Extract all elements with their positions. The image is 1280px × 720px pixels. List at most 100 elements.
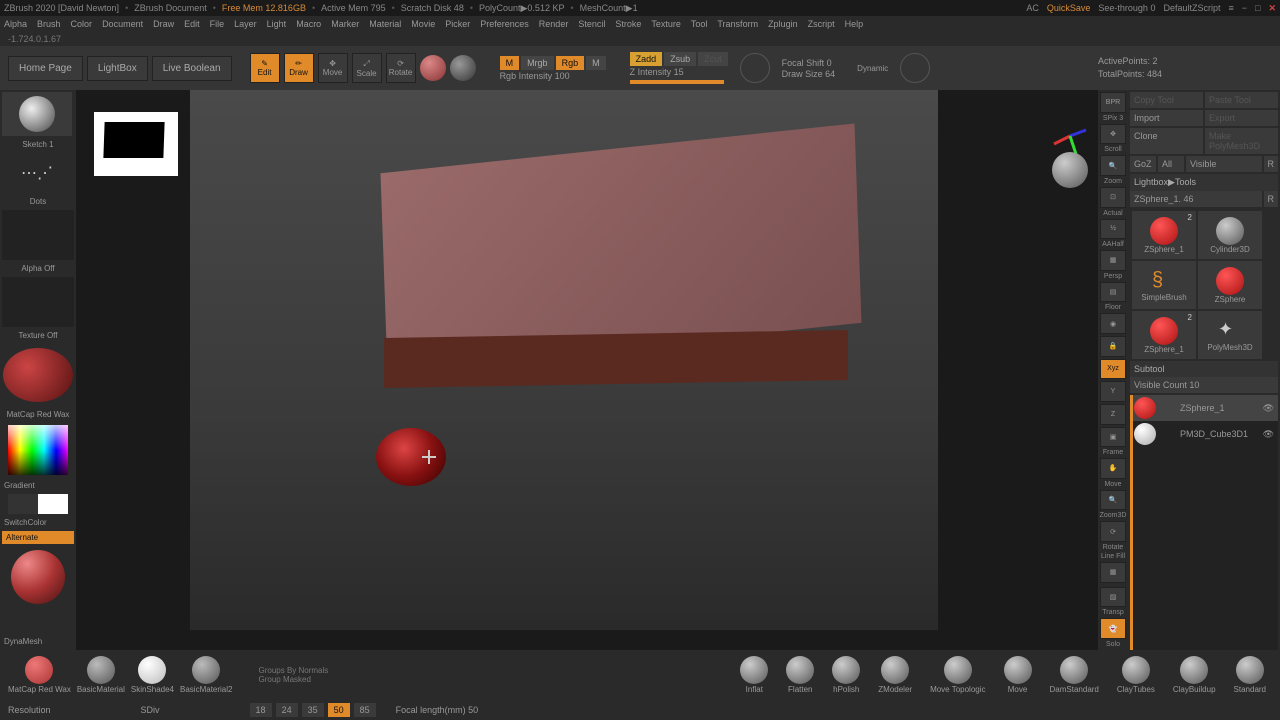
menu-transform[interactable]: Transform [717,19,758,29]
gradient-label[interactable]: Gradient [2,479,74,492]
minimize-icon[interactable]: − [1242,3,1247,13]
goz-visible-button[interactable]: Visible [1186,156,1262,172]
aahalf-button[interactable]: ½ [1100,219,1126,240]
menu-edit[interactable]: Edit [184,19,200,29]
pastetool-button[interactable]: Paste Tool [1205,92,1278,108]
lightbox-tools-header[interactable]: Lightbox▶Tools [1130,174,1278,191]
brush-Inflat[interactable]: Inflat [740,656,768,694]
liveboolean-button[interactable]: Live Boolean [152,56,232,81]
menu-file[interactable]: File [210,19,225,29]
menu-stencil[interactable]: Stencil [578,19,605,29]
mrgb-toggle[interactable]: Mrgb [521,56,554,70]
focalshift-slider[interactable]: Focal Shift 0 [782,58,836,68]
brush-Standard[interactable]: Standard [1234,656,1266,694]
brush-ClayBuildup[interactable]: ClayBuildup [1173,656,1216,694]
alpha-swatch[interactable] [2,210,74,260]
focal-35[interactable]: 35 [302,703,324,717]
transp-button[interactable]: ▨ [1100,587,1126,608]
tool-ZSphere_1[interactable]: 2ZSphere_1 [1132,211,1196,259]
import-button[interactable]: Import [1130,110,1203,126]
bpr-button[interactable]: BPR [1100,92,1126,113]
makepolymesh-button[interactable]: Make PolyMesh3D [1205,128,1278,154]
goz-button[interactable]: GoZ [1130,156,1156,172]
move-button[interactable]: ✥Move [318,53,348,83]
preview-ball[interactable] [11,550,65,604]
y-button[interactable]: Y [1100,381,1126,402]
color-swatches[interactable] [8,494,68,514]
quicksave-button[interactable]: QuickSave [1047,3,1091,13]
actual-button[interactable]: ⊡ [1100,187,1126,208]
defaultzscript-button[interactable]: DefaultZScript [1163,3,1220,13]
menu-macro[interactable]: Macro [296,19,321,29]
color-picker[interactable] [8,425,68,475]
mesh-cube[interactable] [384,148,858,388]
brush-hPolish[interactable]: hPolish [832,656,860,694]
rotate3d-button[interactable]: ⟳ [1100,521,1126,542]
z-button[interactable]: Z [1100,404,1126,425]
tool-ZSphere_1[interactable]: 2ZSphere_1 [1132,311,1196,359]
menu-help[interactable]: Help [845,19,864,29]
export-button[interactable]: Export [1205,110,1278,126]
drawsize-slider[interactable]: Draw Size 64 [782,69,836,79]
zoom3d-button[interactable]: 🔍 [1100,490,1126,511]
lightbox-button[interactable]: LightBox [87,56,148,81]
menu-color[interactable]: Color [71,19,93,29]
edit-button[interactable]: ✎Edit [250,53,280,83]
focallength-slider[interactable]: Focal length(mm) 50 [396,705,479,715]
menu-zscript[interactable]: Zscript [808,19,835,29]
material-SkinShade4[interactable]: SkinShade4 [131,656,174,694]
tool-Cylinder3D[interactable]: Cylinder3D [1198,211,1262,259]
move3d-button[interactable]: ✋ [1100,458,1126,479]
menu-icon[interactable]: ≡ [1228,3,1233,13]
dynamic-toggle[interactable]: Dynamic [857,64,888,73]
focal-24[interactable]: 24 [276,703,298,717]
scroll-button[interactable]: ✥ [1100,124,1126,145]
dynamesh-label[interactable]: DynaMesh [2,635,74,648]
zoom-button[interactable]: 🔍 [1100,155,1126,176]
tool-r-button[interactable]: R [1264,191,1279,207]
stroke-swatch[interactable]: ⋯⋰ [2,153,72,193]
current-tool[interactable]: ZSphere_1. 46 [1130,191,1262,207]
subtool-header[interactable]: Subtool [1130,361,1278,377]
polyframe-button[interactable]: ▦ [1100,562,1126,583]
lock-button[interactable]: 🔒 [1100,336,1126,357]
subtool-PM3D_Cube3D1[interactable]: PM3D_Cube3D1👁 [1130,421,1278,447]
ghost-button[interactable]: 👻 [1100,618,1126,639]
focal-18[interactable]: 18 [250,703,272,717]
rgb-intensity-slider[interactable]: Rgb Intensity 100 [500,71,606,81]
material-swatch[interactable] [3,348,73,402]
groupsbynormals-button[interactable]: Groups By Normals [258,666,328,675]
texture-swatch[interactable] [2,277,74,327]
local-button[interactable]: ◉ [1100,313,1126,334]
menu-brush[interactable]: Brush [37,19,61,29]
tool-SimpleBrush[interactable]: §SimpleBrush [1132,261,1196,309]
brush-DamStandard[interactable]: DamStandard [1050,656,1099,694]
z-intensity-track[interactable] [630,80,724,84]
m-toggle[interactable]: M [500,56,520,70]
brush-ClayTubes[interactable]: ClayTubes [1117,656,1155,694]
visiblecount-slider[interactable]: Visible Count 10 [1130,377,1278,393]
menu-document[interactable]: Document [102,19,143,29]
material-BasicMaterial2[interactable]: BasicMaterial2 [180,656,232,694]
material-MatCap Red Wax[interactable]: MatCap Red Wax [8,656,71,694]
resolution-label[interactable]: Resolution [8,705,51,715]
zadd-toggle[interactable]: Zadd [630,52,663,66]
menu-stroke[interactable]: Stroke [615,19,641,29]
zcut-toggle[interactable]: Zcut [698,52,728,66]
groupmasked-button[interactable]: Group Masked [258,675,328,684]
menu-layer[interactable]: Layer [234,19,257,29]
document-thumbnail[interactable] [94,112,178,176]
camera-widget[interactable] [1052,152,1088,188]
copytool-button[interactable]: Copy Tool [1130,92,1203,108]
menu-draw[interactable]: Draw [153,19,174,29]
close-icon[interactable]: ✕ [1268,3,1276,14]
menu-picker[interactable]: Picker [445,19,470,29]
menu-tool[interactable]: Tool [691,19,708,29]
menu-alpha[interactable]: Alpha [4,19,27,29]
focal-50[interactable]: 50 [328,703,350,717]
brush-ZModeler[interactable]: ZModeler [878,656,912,694]
menu-light[interactable]: Light [267,19,287,29]
sdiv-label[interactable]: SDiv [141,705,160,715]
subtool-ZSphere_1[interactable]: ZSphere_1👁 [1130,395,1278,421]
rgb-toggle[interactable]: Rgb [556,56,585,70]
